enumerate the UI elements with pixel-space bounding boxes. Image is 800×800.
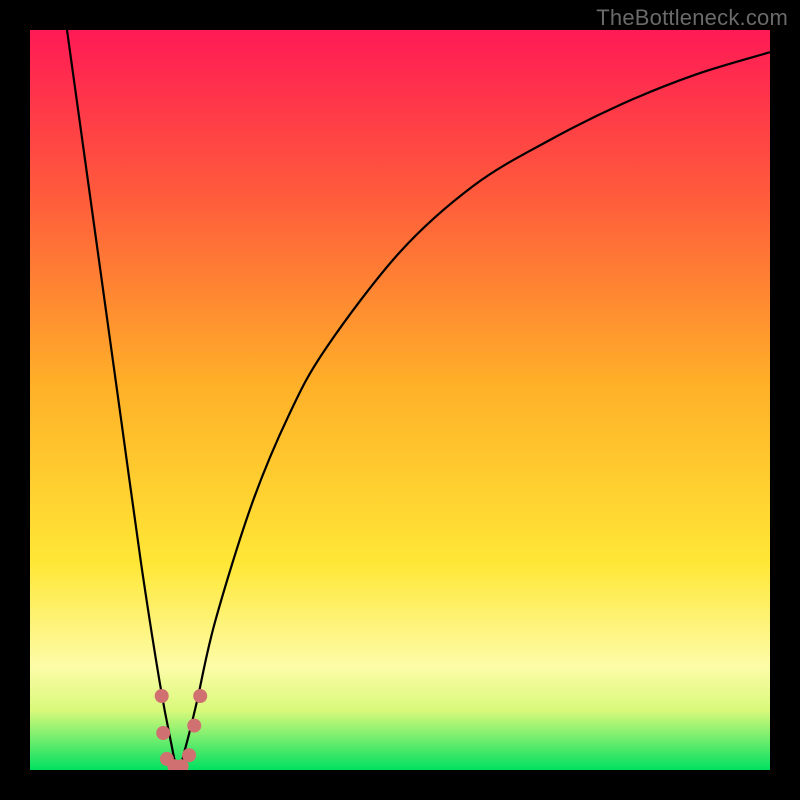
bottleneck-curve (67, 30, 770, 770)
marker-dot (182, 748, 196, 762)
marker-dot (155, 689, 169, 703)
curve-layer (30, 30, 770, 770)
plot-area (30, 30, 770, 770)
chart-frame: TheBottleneck.com (0, 0, 800, 800)
marker-dot (187, 719, 201, 733)
marker-dot (193, 689, 207, 703)
marker-dot (156, 726, 170, 740)
sample-markers (155, 689, 207, 770)
watermark-text: TheBottleneck.com (596, 5, 788, 31)
